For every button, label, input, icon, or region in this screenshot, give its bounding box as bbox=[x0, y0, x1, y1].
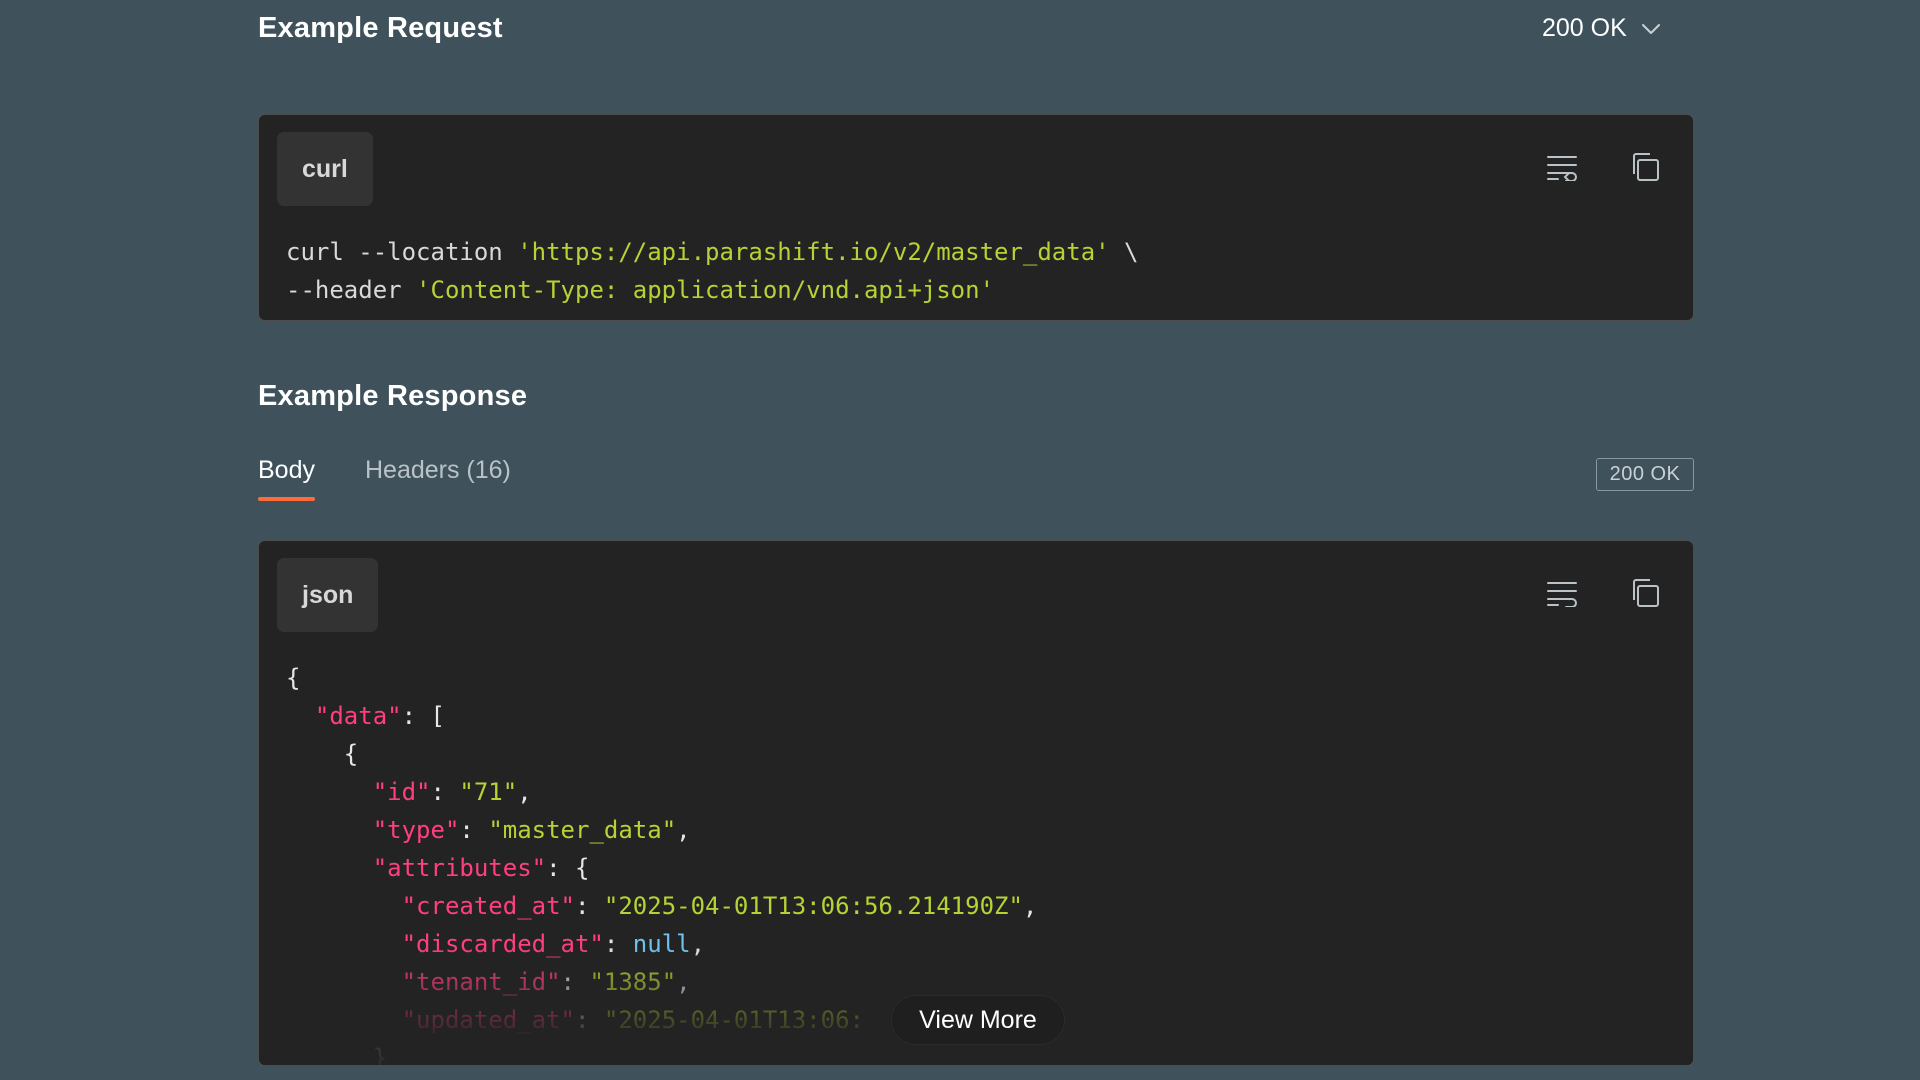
code-token-punct bbox=[286, 854, 373, 882]
code-token-key: "attributes" bbox=[372, 854, 547, 882]
code-token-punct: : bbox=[574, 892, 604, 920]
code-token-punct: { bbox=[286, 664, 301, 692]
language-label: json bbox=[277, 558, 379, 632]
code-token-punct: , bbox=[690, 930, 706, 958]
code-token-key: "created_at" bbox=[401, 892, 575, 920]
active-tab-indicator bbox=[258, 497, 315, 501]
code-token-str: "2025-04-01T13:06: bbox=[603, 1006, 864, 1034]
code-line: "created_at": "2025-04-01T13:06:56.21419… bbox=[286, 887, 1038, 925]
code-token-punct: : bbox=[574, 1006, 604, 1034]
copy-button[interactable] bbox=[1623, 145, 1667, 189]
code-token-plain: \ bbox=[1109, 238, 1139, 266]
code-line: "id": "71", bbox=[286, 773, 1037, 811]
response-code-card: json { "data": [ { "id": "71", "type": "… bbox=[258, 540, 1694, 1066]
code-token-str: 'https://api.parashift.io/v2/master_data… bbox=[517, 238, 1110, 266]
code-token-punct: : bbox=[603, 930, 633, 958]
code-line: { bbox=[286, 659, 1037, 697]
code-token-str: "71" bbox=[459, 778, 518, 806]
tab-headers[interactable]: Headers (16) bbox=[365, 456, 511, 501]
status-select-label: 200 OK bbox=[1542, 14, 1627, 42]
code-token-str: "2025-04-01T13:06:56.214190Z" bbox=[603, 892, 1023, 920]
code-line: "discarded_at": null, bbox=[286, 925, 1037, 963]
code-token-plain: curl --location bbox=[286, 238, 518, 266]
code-token-str: "1385" bbox=[589, 968, 677, 996]
code-token-punct bbox=[286, 816, 373, 844]
tab-headers-label: Headers (16) bbox=[364, 456, 511, 484]
request-code-block: curl --location 'https://api.parashift.i… bbox=[286, 233, 1139, 309]
tab-body[interactable]: Body bbox=[258, 456, 315, 501]
code-line: "attributes": { bbox=[286, 849, 1037, 887]
code-token-punct bbox=[286, 892, 402, 920]
code-token-key: "type" bbox=[372, 816, 460, 844]
tab-body-label: Body bbox=[258, 456, 315, 484]
chevron-down-icon bbox=[1641, 23, 1661, 35]
code-line: "type": "master_data", bbox=[286, 811, 1037, 849]
wrap-lines-button[interactable] bbox=[1540, 571, 1584, 615]
code-token-punct: : bbox=[430, 778, 460, 806]
code-token-key: "id" bbox=[372, 778, 431, 806]
code-token-str: "master_data" bbox=[488, 816, 677, 844]
view-more-button[interactable]: View More bbox=[891, 995, 1065, 1045]
code-token-punct bbox=[286, 1006, 402, 1034]
code-line: { bbox=[286, 735, 1037, 773]
code-token-key: "discarded_at" bbox=[401, 930, 604, 958]
code-token-key: "updated_at" bbox=[401, 1006, 575, 1034]
response-status-select[interactable]: 200 OK bbox=[1542, 14, 1661, 43]
code-token-punct: } bbox=[286, 1044, 388, 1066]
code-token-punct: { bbox=[286, 740, 359, 768]
wrap-lines-button[interactable] bbox=[1540, 145, 1584, 189]
code-line: "data": [ bbox=[286, 697, 1037, 735]
code-token-punct bbox=[286, 702, 315, 730]
code-token-punct: , bbox=[676, 968, 691, 996]
request-title: Example Request bbox=[258, 12, 503, 44]
response-title: Example Response bbox=[258, 380, 528, 412]
code-token-plain: --header bbox=[286, 276, 417, 304]
code-token-punct: : { bbox=[546, 854, 590, 882]
code-token-punct: , bbox=[1022, 892, 1038, 920]
copy-button[interactable] bbox=[1623, 571, 1667, 615]
code-token-null: null bbox=[632, 930, 691, 958]
code-token-punct bbox=[286, 968, 402, 996]
code-line: --header 'Content-Type: application/vnd.… bbox=[286, 271, 1139, 309]
status-badge: 200 OK bbox=[1596, 458, 1694, 491]
code-token-punct: , bbox=[676, 816, 691, 844]
code-line: curl --location 'https://api.parashift.i… bbox=[286, 233, 1139, 271]
language-label: curl bbox=[277, 132, 373, 206]
code-token-punct: : bbox=[459, 816, 489, 844]
response-tabs: Body Headers (16) bbox=[258, 456, 511, 501]
code-token-str: 'Content-Type: application/vnd.api+json' bbox=[416, 276, 995, 304]
code-token-punct bbox=[286, 930, 402, 958]
code-token-punct bbox=[286, 778, 373, 806]
code-token-key: "data" bbox=[314, 702, 402, 730]
code-token-punct: , bbox=[517, 778, 532, 806]
code-token-key: "tenant_id" bbox=[401, 968, 561, 996]
code-token-punct: : bbox=[560, 968, 590, 996]
code-token-punct: : [ bbox=[401, 702, 445, 730]
request-code-card: curl curl --location 'https://api.parash… bbox=[258, 114, 1694, 321]
